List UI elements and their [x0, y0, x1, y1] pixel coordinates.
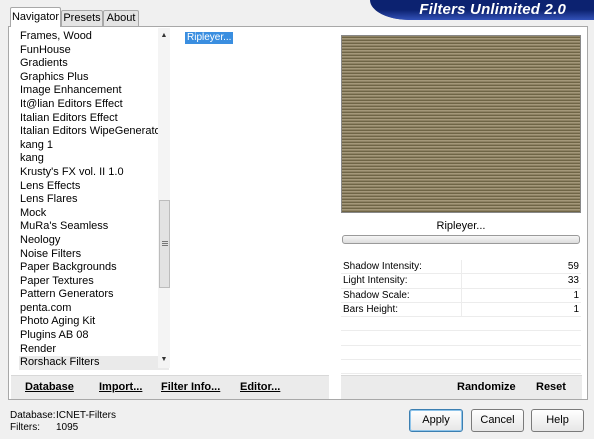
param-label: Shadow Scale: [343, 289, 410, 301]
filter-info-label: Filter Info... [161, 381, 221, 393]
list-item[interactable]: Lens Flares [19, 193, 169, 207]
preview-image [341, 35, 581, 213]
list-item[interactable]: Noise Filters [19, 248, 169, 262]
help-button[interactable]: Help [531, 409, 584, 432]
group-list-scrollbar[interactable]: ▲ ▼ [158, 28, 170, 368]
filter-group-list[interactable]: Frames, Wood FunHouse Gradients Graphics Pl… [19, 30, 169, 370]
list-item[interactable]: MuRa's Seamless [19, 220, 169, 234]
parameter-list: Shadow Intensity: 59 Light Intensity: 33 Sha… [341, 260, 581, 375]
list-item[interactable]: Pattern Generators [19, 288, 169, 302]
group-items: Frames, Wood FunHouse Gradients Graphics Pl… [19, 30, 169, 370]
list-item[interactable]: It@lian Editors Effect [19, 98, 169, 112]
grip-icon [162, 241, 168, 242]
param-row[interactable]: Light Intensity: 33 [341, 274, 581, 289]
param-rows: Shadow Intensity: 59 Light Intensity: 33 Sha… [341, 260, 581, 375]
list-item[interactable]: Lens Effects [19, 180, 169, 194]
list-item[interactable]: Neology [19, 234, 169, 248]
navigator-panel: Frames, Wood FunHouse Gradients Graphics Pl… [8, 26, 588, 400]
param-row-empty [341, 360, 581, 375]
list-item[interactable]: Photo Aging Kit [19, 315, 169, 329]
param-divider [461, 274, 462, 289]
editor-label: Editor... [240, 381, 281, 393]
filter-list[interactable]: Ripleyer... [176, 27, 286, 371]
progress-bar [342, 235, 580, 244]
list-item[interactable]: Render [19, 343, 169, 357]
list-item[interactable]: Graphics Plus [19, 71, 169, 85]
banner-title: Filters Unlimited 2.0 [419, 1, 566, 18]
list-item[interactable]: Gradients [19, 57, 169, 71]
list-item[interactable]: Frames, Wood [19, 30, 169, 44]
param-row[interactable]: Shadow Scale: 1 [341, 288, 581, 303]
param-row-empty [341, 346, 581, 361]
import-button[interactable]: Import... [99, 381, 142, 393]
param-value: 33 [567, 275, 579, 287]
param-value: 1 [573, 289, 579, 301]
list-item[interactable]: Plugins AB 08 [19, 329, 169, 343]
param-row[interactable]: Bars Height: 1 [341, 302, 581, 318]
list-item[interactable]: penta.com [19, 302, 169, 316]
import-label: Import... [99, 381, 143, 393]
param-label: Light Intensity: [343, 275, 408, 287]
param-row-empty [341, 317, 581, 332]
tab-about[interactable]: About [103, 10, 139, 26]
list-item[interactable]: Krusty's FX vol. II 1.0 [19, 166, 169, 180]
reset-button[interactable]: Reset [536, 381, 566, 393]
title-banner: Filters Unlimited 2.0 [370, 0, 594, 20]
param-divider [461, 260, 462, 274]
list-item[interactable]: kang 1 [19, 139, 169, 153]
tab-presets[interactable]: Presets [61, 10, 103, 26]
tab-navigator[interactable]: Navigator [10, 7, 61, 27]
list-item[interactable]: Image Enhancement [19, 84, 169, 98]
list-item[interactable]: Rorshack Filters [19, 356, 169, 370]
filter-info-button[interactable]: Filter Info... [161, 381, 220, 393]
list-item[interactable]: Paper Backgrounds [19, 261, 169, 275]
param-label: Shadow Intensity: [343, 261, 422, 272]
param-row[interactable]: Shadow Intensity: 59 [341, 260, 581, 275]
scroll-thumb[interactable] [159, 200, 170, 288]
list-item[interactable]: Italian Editors WipeGenerator [19, 125, 169, 139]
filters-count-label: Filters: [10, 422, 40, 433]
right-action-bar: Randomize Reset [341, 375, 582, 399]
list-item[interactable]: FunHouse [19, 44, 169, 58]
filter-name-button[interactable]: Ripleyer... [341, 215, 581, 237]
database-label-text: Database: [10, 410, 56, 421]
scroll-up-arrow-icon[interactable]: ▲ [158, 30, 170, 42]
cancel-button[interactable]: Cancel [471, 409, 524, 432]
list-item[interactable]: Paper Textures [19, 275, 169, 289]
param-divider [461, 288, 462, 303]
list-item[interactable]: Italian Editors Effect [19, 112, 169, 126]
param-value: 1 [573, 303, 579, 315]
randomize-button[interactable]: Randomize [457, 381, 516, 393]
database-button[interactable]: Database [25, 381, 74, 393]
filters-count-value: 1095 [56, 422, 79, 433]
list-item[interactable]: kang [19, 152, 169, 166]
editor-button[interactable]: Editor... [240, 381, 280, 393]
param-label: Bars Height: [343, 303, 399, 315]
database-label: Database [25, 381, 74, 393]
param-divider [461, 302, 462, 317]
apply-button[interactable]: Apply [409, 409, 463, 432]
left-action-bar: Database Import... Filter Info... Editor… [11, 375, 329, 399]
scroll-down-arrow-icon[interactable]: ▼ [158, 354, 170, 366]
filter-item-ripleyer[interactable]: Ripleyer... [185, 32, 234, 44]
param-row-empty [341, 331, 581, 346]
database-value-text: ICNET-Filters [56, 410, 116, 421]
list-item[interactable]: Mock [19, 207, 169, 221]
param-value: 59 [567, 261, 579, 272]
